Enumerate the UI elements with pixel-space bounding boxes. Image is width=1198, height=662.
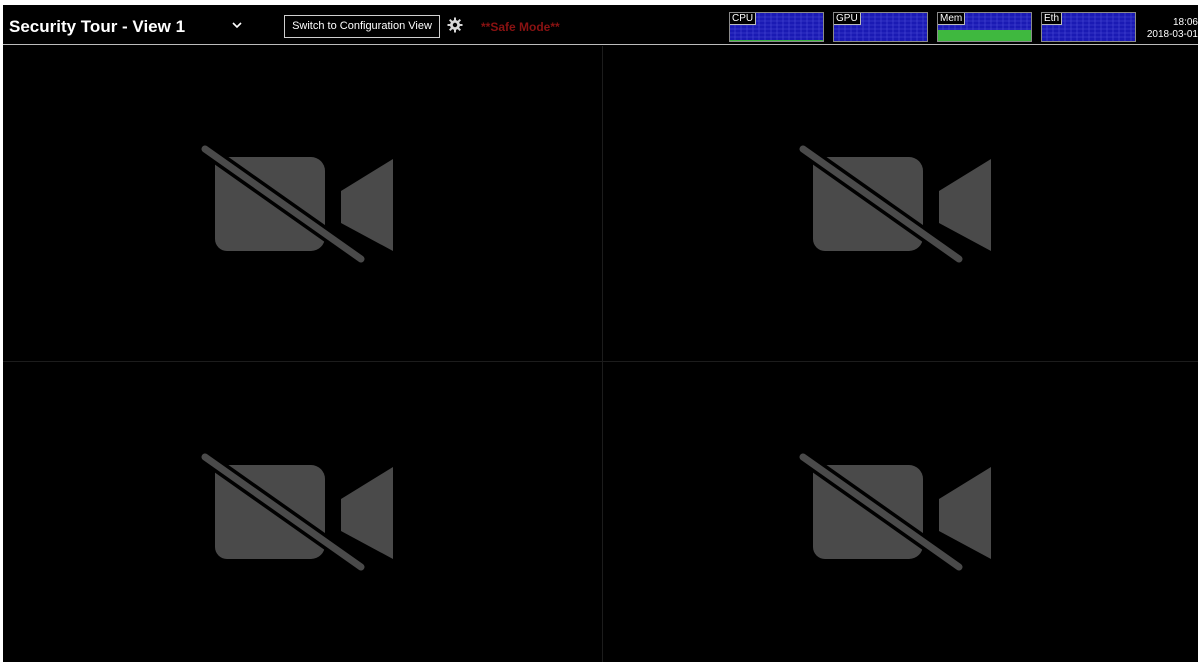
camera-off-icon	[200, 453, 393, 571]
meter-label: Eth	[1042, 13, 1063, 25]
switch-to-configuration-button[interactable]: Switch to Configuration View	[284, 15, 440, 38]
app-window: Security Tour - View 1 Switch to Configu…	[3, 5, 1198, 662]
meter-label: CPU	[730, 13, 757, 25]
view-title: Security Tour - View 1	[9, 17, 186, 36]
safe-mode-indicator: **Safe Mode**	[481, 20, 560, 34]
ethernet-meter: Eth	[1041, 12, 1136, 42]
camera-grid	[3, 46, 1198, 662]
meter-label: Mem	[938, 13, 966, 25]
gear-icon[interactable]	[447, 17, 463, 33]
camera-tile[interactable]	[3, 362, 602, 662]
camera-off-icon	[200, 144, 393, 263]
clock-date: 2018-03-01	[1146, 29, 1198, 40]
clock: 18:06 2018-03-01	[1147, 17, 1198, 41]
memory-meter: Mem	[937, 12, 1032, 42]
clock-time: 18:06	[1172, 17, 1198, 28]
meter-fill	[730, 39, 823, 41]
grid-divider-horizontal	[3, 361, 1198, 362]
grid-divider-vertical	[602, 46, 603, 662]
cpu-meter: CPU	[729, 12, 824, 42]
camera-tile[interactable]	[603, 46, 1198, 361]
gpu-meter: GPU	[833, 12, 928, 42]
camera-tile[interactable]	[3, 46, 602, 361]
top-bar: Security Tour - View 1 Switch to Configu…	[3, 5, 1198, 45]
chevron-down-icon[interactable]	[231, 21, 243, 30]
camera-off-icon	[798, 453, 991, 571]
meter-label: GPU	[834, 13, 861, 25]
camera-off-icon	[798, 144, 991, 263]
camera-tile[interactable]	[603, 362, 1198, 662]
meter-fill	[938, 29, 1031, 41]
